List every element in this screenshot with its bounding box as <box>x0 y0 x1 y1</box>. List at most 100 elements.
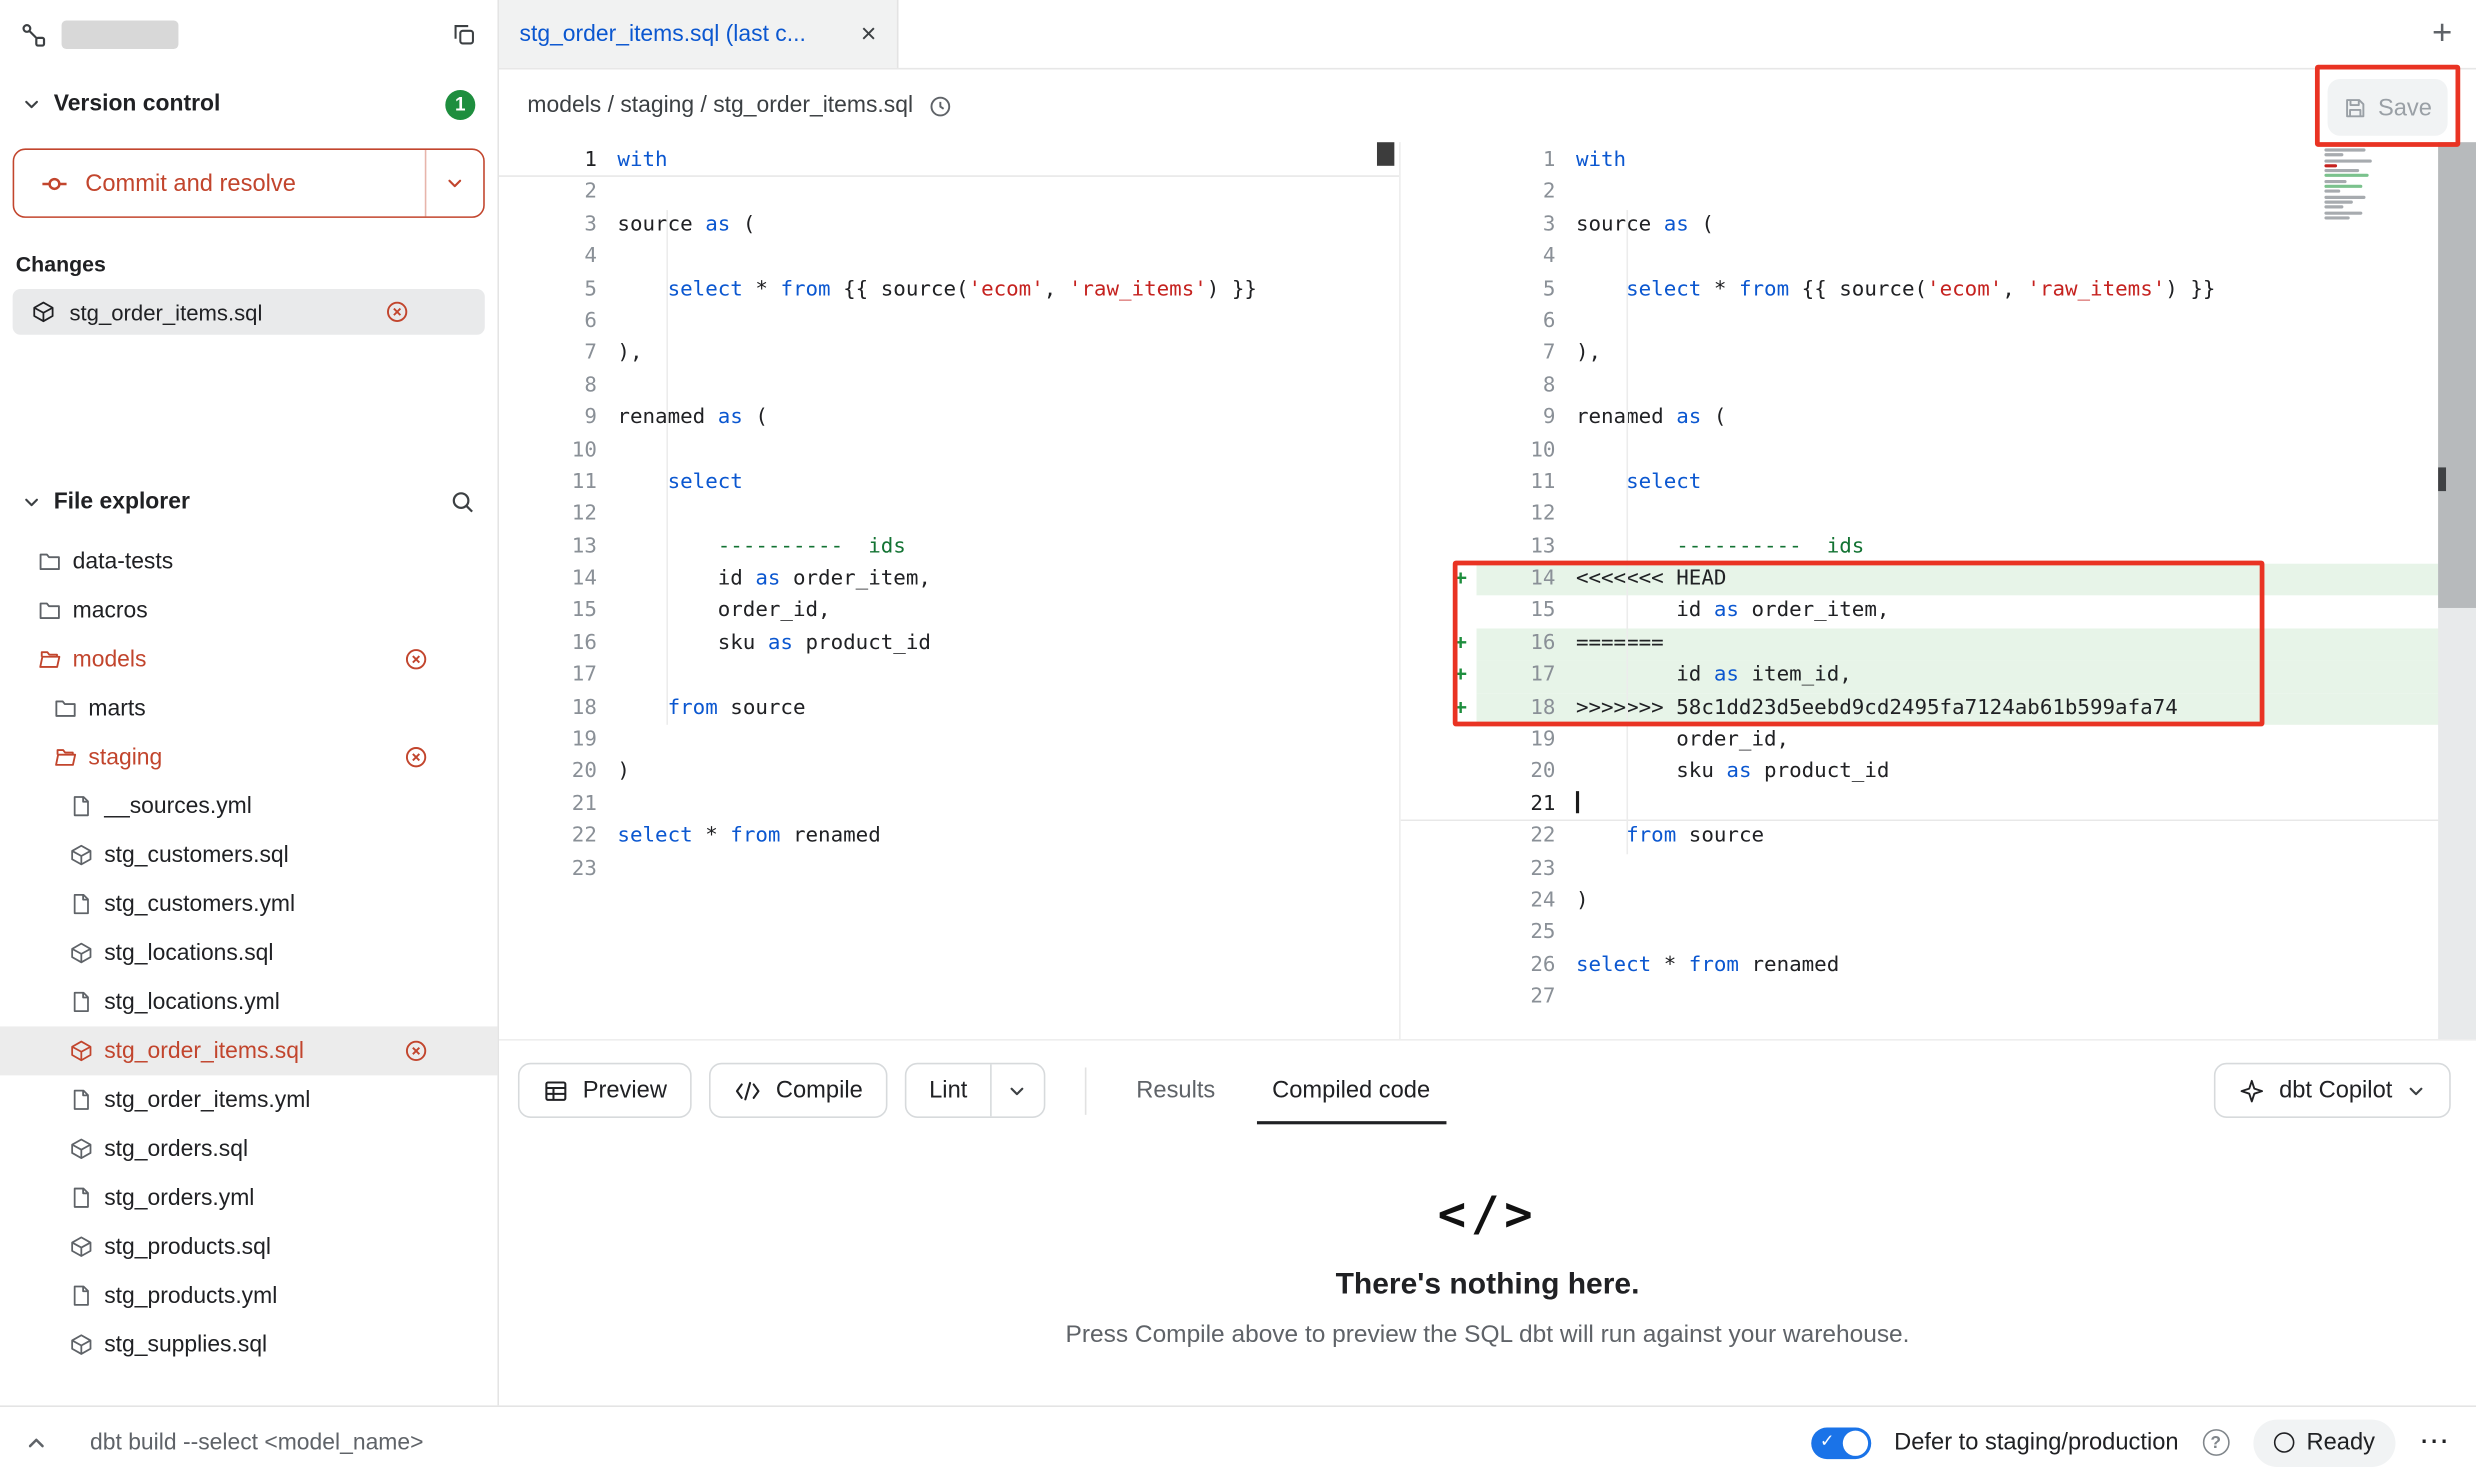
tree-item-models[interactable]: models <box>0 635 497 684</box>
code-line[interactable]: 7), <box>499 338 1399 370</box>
code-line[interactable]: 21 <box>1401 789 2476 821</box>
code-line[interactable]: 12 <box>1401 499 2476 531</box>
dbt-copilot-button[interactable]: dbt Copilot <box>2214 1063 2450 1118</box>
commit-options-chevron[interactable] <box>425 150 483 216</box>
code-line[interactable]: 25 <box>1401 918 2476 950</box>
code-line[interactable]: 3source as ( <box>499 210 1399 242</box>
code-line[interactable]: 1with <box>499 145 1399 177</box>
search-icon[interactable] <box>450 490 475 515</box>
revert-change-icon[interactable] <box>404 647 428 671</box>
code-line[interactable]: 5 select * from {{ source('ecom', 'raw_i… <box>499 274 1399 306</box>
code-line[interactable]: 7), <box>1401 338 2476 370</box>
changed-file-item[interactable]: stg_order_items.sql <box>13 289 485 335</box>
code-editor-left[interactable]: 1with23source as (45 select * from {{ so… <box>499 142 1401 1039</box>
code-line[interactable]: 10 <box>1401 435 2476 467</box>
file-history-icon[interactable] <box>929 94 953 118</box>
code-line[interactable]: 22 from source <box>1401 821 2476 853</box>
scrollbar-thumb[interactable] <box>1377 142 1394 166</box>
code-line[interactable]: 21 <box>499 789 1399 821</box>
code-line[interactable]: +18>>>>>>> 58c1dd23d5eebd9cd2495fa7124ab… <box>1401 693 2476 725</box>
code-line[interactable]: 16 sku as product_id <box>499 628 1399 660</box>
code-line[interactable]: 12 <box>499 499 1399 531</box>
commit-and-resolve-button[interactable]: Commit and resolve <box>13 148 485 217</box>
tab-compiled-code[interactable]: Compiled code <box>1244 1041 1459 1140</box>
code-line[interactable]: 20) <box>499 757 1399 789</box>
scrollbar-thumb[interactable] <box>2438 142 2476 608</box>
tree-item-stg_customers.yml[interactable]: stg_customers.yml <box>0 880 497 929</box>
tree-item-marts[interactable]: marts <box>0 684 497 733</box>
code-line[interactable]: 19 order_id, <box>1401 725 2476 757</box>
lint-options-chevron[interactable] <box>989 1064 1043 1116</box>
code-line[interactable]: 18 from source <box>499 693 1399 725</box>
tree-item-stg_locations.yml[interactable]: stg_locations.yml <box>0 977 497 1026</box>
version-control-header[interactable]: Version control 1 <box>0 69 497 138</box>
tree-item-stg_customers.sql[interactable]: stg_customers.sql <box>0 831 497 880</box>
defer-toggle[interactable]: ✓ <box>1810 1427 1870 1459</box>
preview-button[interactable]: Preview <box>518 1063 692 1118</box>
new-tab-icon[interactable]: + <box>2432 13 2452 54</box>
code-line[interactable]: 10 <box>499 435 1399 467</box>
code-line[interactable]: 8 <box>499 371 1399 403</box>
revert-change-icon[interactable] <box>385 300 409 324</box>
minimap[interactable] <box>2324 148 2387 221</box>
code-line[interactable]: 5 select * from {{ source('ecom', 'raw_i… <box>1401 274 2476 306</box>
scrollbar-vertical[interactable] <box>2438 142 2476 1039</box>
code-line[interactable]: 13 ---------- ids <box>499 532 1399 564</box>
code-line[interactable]: +16======= <box>1401 628 2476 660</box>
code-line[interactable]: 22select * from renamed <box>499 821 1399 853</box>
tree-item-stg_locations.sql[interactable]: stg_locations.sql <box>0 929 497 978</box>
chevron-up-icon[interactable] <box>25 1431 47 1453</box>
code-line[interactable]: 1with <box>1401 145 2476 177</box>
tree-item-stg_orders.yml[interactable]: stg_orders.yml <box>0 1173 497 1222</box>
code-line[interactable]: +14<<<<<<< HEAD <box>1401 564 2476 596</box>
code-editor-right[interactable]: 1with23source as (45 select * from {{ so… <box>1401 142 2476 1039</box>
tree-item-stg_supplies.sql[interactable]: stg_supplies.sql <box>0 1320 497 1369</box>
tab-results[interactable]: Results <box>1108 1041 1244 1140</box>
code-line[interactable]: 9renamed as ( <box>499 403 1399 435</box>
lint-button[interactable]: Lint <box>905 1063 1044 1118</box>
code-line[interactable]: 9renamed as ( <box>1401 403 2476 435</box>
code-line[interactable]: 27 <box>1401 982 2476 1014</box>
code-line[interactable]: 20 sku as product_id <box>1401 757 2476 789</box>
code-line[interactable]: 19 <box>499 725 1399 757</box>
code-line[interactable]: 26select * from renamed <box>1401 950 2476 982</box>
tree-item-staging[interactable]: staging <box>0 733 497 782</box>
code-line[interactable]: 4 <box>499 242 1399 274</box>
code-line[interactable]: 11 select <box>1401 467 2476 499</box>
tree-item-stg_products.sql[interactable]: stg_products.sql <box>0 1222 497 1271</box>
tree-item-macros[interactable]: macros <box>0 586 497 635</box>
tab-close-icon[interactable]: × <box>861 21 877 48</box>
compile-button[interactable]: Compile <box>710 1063 888 1118</box>
code-line[interactable]: 2 <box>1401 177 2476 209</box>
code-line[interactable]: 17 <box>499 660 1399 692</box>
code-line[interactable]: 8 <box>1401 371 2476 403</box>
code-line[interactable]: +17 id as item_id, <box>1401 660 2476 692</box>
status-ready-badge[interactable]: Ready <box>2253 1419 2396 1466</box>
code-line[interactable]: 14 id as order_item, <box>499 564 1399 596</box>
revert-change-icon[interactable] <box>404 745 428 769</box>
code-line[interactable]: 13 ---------- ids <box>1401 532 2476 564</box>
tab-stg-order-items[interactable]: stg_order_items.sql (last c... × <box>499 0 899 68</box>
code-line[interactable]: 6 <box>499 306 1399 338</box>
code-line[interactable]: 2 <box>499 177 1399 209</box>
code-line[interactable]: 4 <box>1401 242 2476 274</box>
tree-item-stg_order_items.yml[interactable]: stg_order_items.yml <box>0 1075 497 1124</box>
tree-item-data-tests[interactable]: data-tests <box>0 537 497 586</box>
code-line[interactable]: 23 <box>1401 854 2476 886</box>
code-line[interactable]: 15 id as order_item, <box>1401 596 2476 628</box>
tree-item-stg_order_items.sql[interactable]: stg_order_items.sql <box>0 1026 497 1075</box>
help-icon[interactable]: ? <box>2202 1429 2229 1456</box>
copy-icon[interactable] <box>452 22 477 47</box>
code-line[interactable]: 15 order_id, <box>499 596 1399 628</box>
project-lineage-icon[interactable] <box>21 21 48 48</box>
code-line[interactable]: 6 <box>1401 306 2476 338</box>
code-line[interactable]: 24) <box>1401 886 2476 918</box>
overflow-menu-icon[interactable]: ⋯ <box>2419 1424 2451 1460</box>
code-line[interactable]: 3source as ( <box>1401 210 2476 242</box>
tree-item-__sources.yml[interactable]: __sources.yml <box>0 782 497 831</box>
save-button[interactable]: Save <box>2328 79 2448 136</box>
file-explorer-header[interactable]: File explorer <box>0 467 497 536</box>
code-line[interactable]: 11 select <box>499 467 1399 499</box>
code-line[interactable]: 23 <box>499 854 1399 886</box>
revert-change-icon[interactable] <box>404 1039 428 1063</box>
